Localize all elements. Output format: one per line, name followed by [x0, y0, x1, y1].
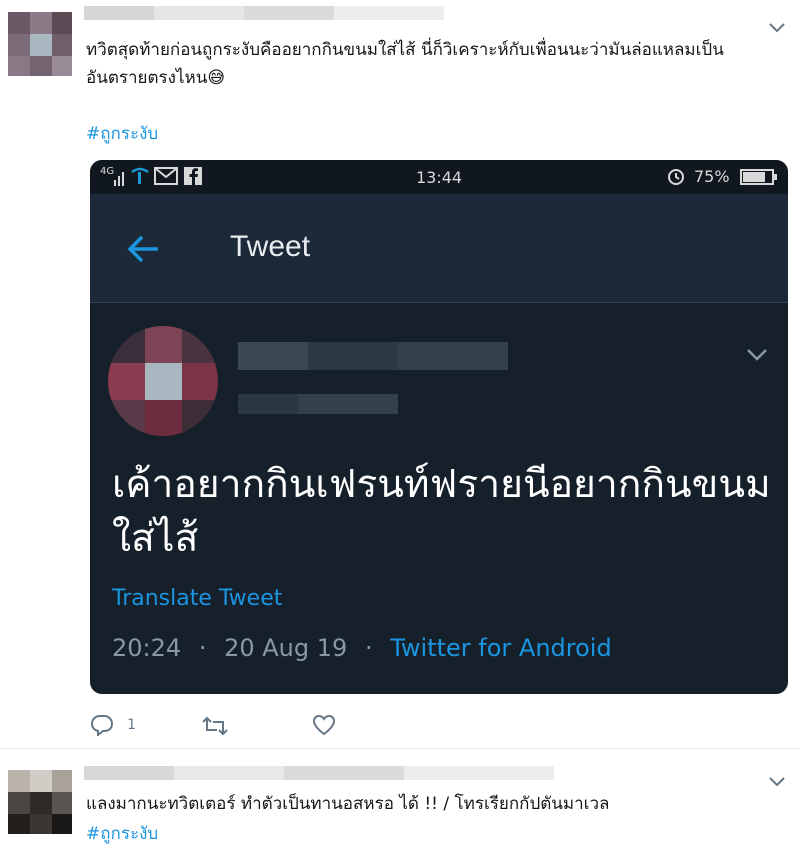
- battery-icon: [740, 169, 778, 185]
- embedded-screenshot[interactable]: 4G 13:44 75% Tweet เค้าอยากกินเฟรนท์ฟราย…: [90, 160, 788, 694]
- avatar[interactable]: [8, 770, 72, 834]
- tweet-source-link[interactable]: Twitter for Android: [390, 634, 611, 662]
- reply-icon: [90, 715, 114, 738]
- avatar[interactable]: [8, 12, 72, 76]
- tweet-meta: 20:24 · 20 Aug 19 · Twitter for Android: [112, 634, 612, 662]
- emoji: 😅: [207, 68, 226, 88]
- reply-button[interactable]: 1: [90, 714, 137, 738]
- retweet-icon[interactable]: [202, 716, 228, 736]
- tweet-text-line-2-text: อันตรายตรงไหน: [86, 68, 208, 88]
- tweet-text-line-1: ทวิตสุดท้ายก่อนถูกระงับคืออยากกินขนมใส่ไ…: [86, 40, 724, 60]
- app-bar: Tweet: [90, 194, 788, 302]
- appbar-title: Tweet: [230, 230, 311, 263]
- like-icon[interactable]: [312, 714, 336, 736]
- battery-percent: 75%: [694, 167, 730, 186]
- meta-separator: ·: [198, 634, 207, 662]
- tweet-time: 20:24: [112, 634, 182, 662]
- tweet-separator: [0, 748, 800, 749]
- meta-separator: ·: [364, 634, 373, 662]
- hashtag-link[interactable]: #ถูกระงับ: [86, 120, 158, 147]
- status-bar: 4G 13:44 75%: [90, 160, 788, 194]
- reply-count: 1: [127, 717, 137, 733]
- quoted-avatar: [108, 326, 218, 436]
- divider: [90, 302, 788, 303]
- back-arrow-icon[interactable]: [126, 234, 160, 264]
- tweet-text: ทวิตสุดท้ายก่อนถูกระงับคืออยากกินขนมใส่ไ…: [86, 36, 786, 92]
- tweet-date: 20 Aug 19: [224, 634, 348, 662]
- quoted-tweet-text: เค้าอยากกินเฟรนท์ฟรายนีอยากกินขนมใส่ไส้: [112, 462, 771, 561]
- tweet-text-line-2: อันตรายตรงไหน😅: [86, 64, 786, 92]
- chevron-down-icon[interactable]: [768, 776, 786, 788]
- hashtag-link[interactable]: #ถูกระงับ: [86, 820, 158, 847]
- tweet-text: แลงมากนะทวิตเตอร์ ทำตัวเป็นทานอสหรอ ได้ …: [86, 794, 610, 814]
- chevron-down-icon[interactable]: [746, 348, 768, 362]
- translate-tweet-link[interactable]: Translate Tweet: [112, 586, 282, 611]
- chevron-down-icon[interactable]: [768, 22, 786, 34]
- alarm-icon: [666, 166, 686, 186]
